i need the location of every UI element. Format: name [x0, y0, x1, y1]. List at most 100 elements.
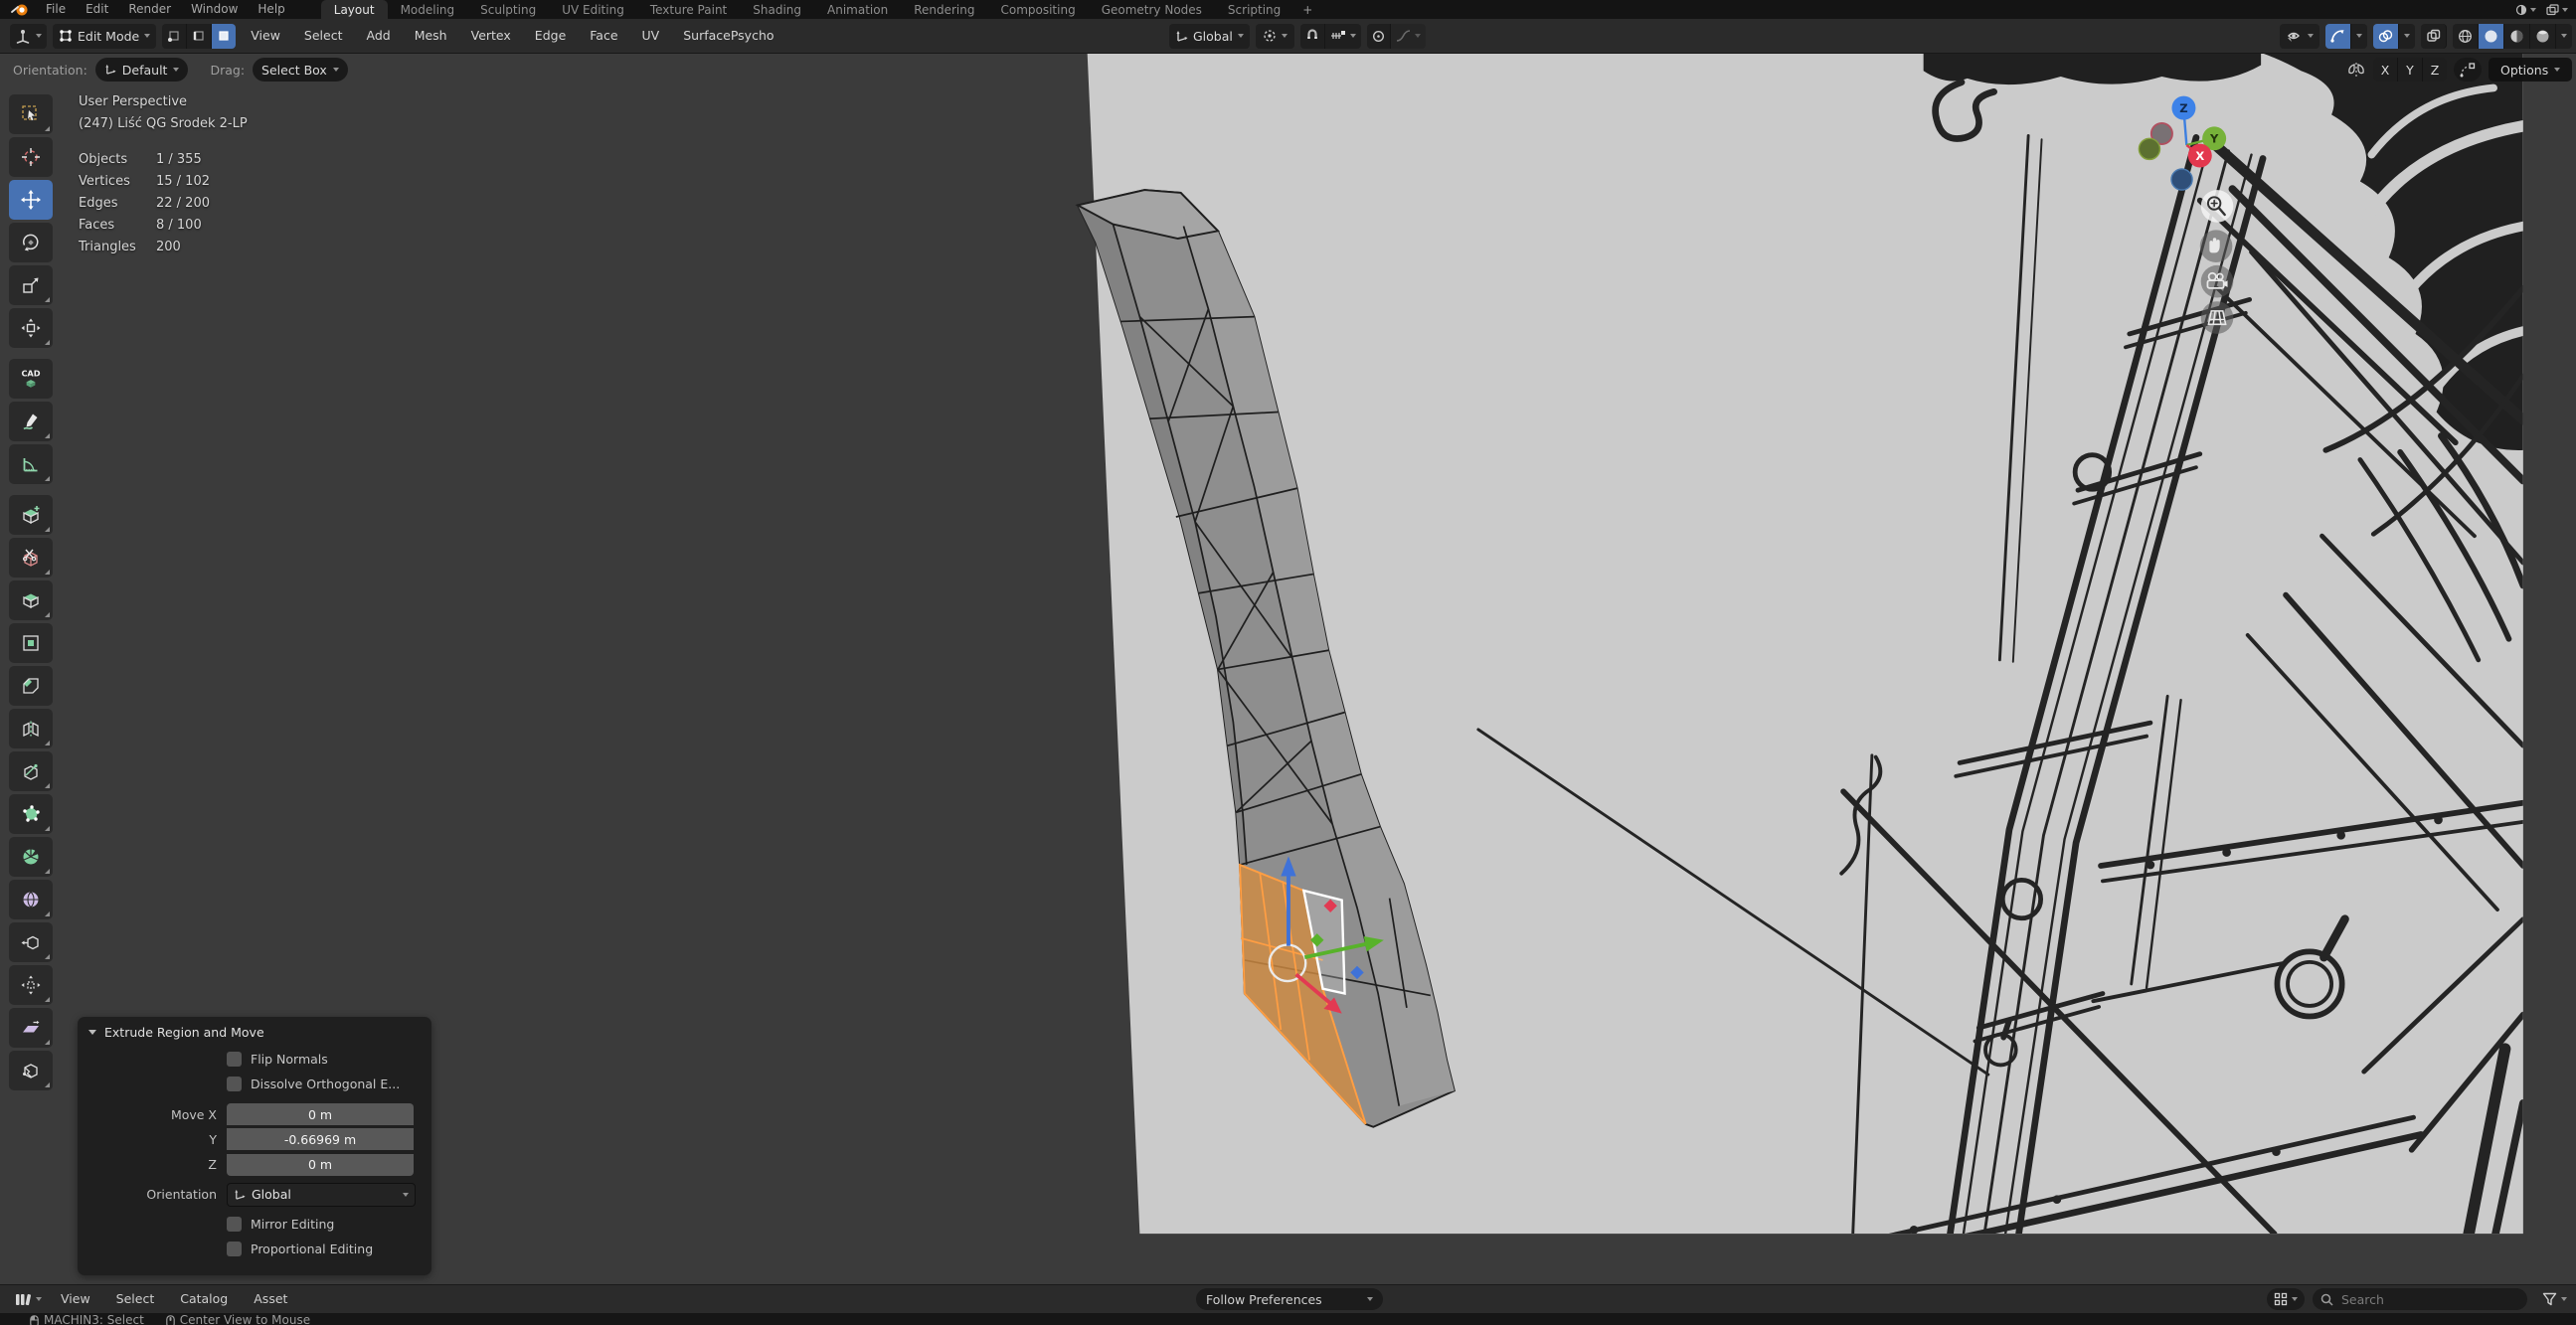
mirror-y-button[interactable]: Y [2398, 58, 2423, 82]
filter-dropdown[interactable] [2535, 1288, 2574, 1310]
move-x-field[interactable]: 0 m [227, 1103, 414, 1125]
menu-face[interactable]: Face [581, 19, 626, 53]
asset-menu-select[interactable]: Select [103, 1285, 168, 1313]
vertex-select-button[interactable] [162, 24, 187, 49]
tool-transform[interactable] [9, 308, 53, 348]
solid-shading-button[interactable] [2479, 24, 2504, 49]
tool-extrude-region[interactable] [9, 580, 53, 620]
proportional-falloff-dropdown[interactable] [1391, 24, 1426, 49]
tab-compositing[interactable]: Compositing [987, 0, 1088, 19]
asset-editor-type-button[interactable] [14, 1292, 42, 1307]
tab-layout[interactable]: Layout [321, 0, 388, 19]
tool-orientation-dropdown[interactable]: Default [95, 58, 189, 82]
snap-settings-button[interactable] [1325, 24, 1361, 49]
menu-file[interactable]: File [36, 0, 76, 19]
search-input[interactable] [2339, 1291, 2492, 1308]
tool-box-cut[interactable] [9, 538, 53, 578]
transform-orientation-dropdown[interactable]: Global [1169, 24, 1250, 49]
tool-scale[interactable] [9, 265, 53, 305]
tab-uv-editing[interactable]: UV Editing [549, 0, 637, 19]
tool-poly-build[interactable] [9, 794, 53, 834]
menu-vertex[interactable]: Vertex [462, 19, 520, 53]
menu-surfacepsycho[interactable]: SurfacePsycho [674, 19, 782, 53]
blender-logo-icon[interactable] [0, 3, 36, 17]
tool-cursor[interactable] [9, 137, 53, 177]
show-overlays-toggle[interactable] [2373, 24, 2399, 49]
tool-spin[interactable] [9, 837, 53, 877]
mirror-x-button[interactable]: X [2373, 58, 2398, 82]
tool-loop-cut[interactable] [9, 709, 53, 748]
overlays-dropdown[interactable] [2399, 24, 2415, 49]
tab-texture-paint[interactable]: Texture Paint [637, 0, 740, 19]
proportional-editing-checkbox[interactable] [227, 1242, 242, 1256]
tool-shrink-fatten[interactable] [9, 965, 53, 1005]
rendered-shading-button[interactable] [2530, 24, 2556, 49]
tool-measure[interactable] [9, 444, 53, 484]
tool-move[interactable] [9, 180, 53, 220]
nav-axis-neg-z[interactable] [2171, 169, 2192, 190]
flip-normals-checkbox[interactable] [227, 1052, 242, 1067]
menu-select[interactable]: Select [295, 19, 352, 53]
tab-animation[interactable]: Animation [814, 0, 901, 19]
drag-mode-dropdown[interactable]: Select Box [253, 58, 348, 82]
editor-type-button[interactable] [10, 24, 47, 49]
menu-edge[interactable]: Edge [526, 19, 575, 53]
object-visibility-dropdown[interactable] [2280, 24, 2319, 49]
add-workspace-button[interactable]: + [1293, 0, 1321, 19]
tool-rotate[interactable] [9, 223, 53, 262]
mirror-editing-checkbox[interactable] [227, 1217, 242, 1232]
tool-edge-slide[interactable] [9, 922, 53, 962]
tab-sculpting[interactable]: Sculpting [467, 0, 549, 19]
material-preview-button[interactable] [2504, 24, 2530, 49]
tab-geometry-nodes[interactable]: Geometry Nodes [1089, 0, 1215, 19]
tool-annotate[interactable] [9, 402, 53, 441]
asset-menu-view[interactable]: View [48, 1285, 103, 1313]
proportional-editing-toggle[interactable] [1367, 24, 1391, 49]
menu-add[interactable]: Add [357, 19, 399, 53]
move-y-field[interactable]: -0.66969 m [227, 1128, 414, 1150]
nav-axis-neg-y[interactable] [2139, 138, 2159, 159]
show-gizmos-toggle[interactable] [2325, 24, 2351, 49]
snap-toggle-button[interactable] [1300, 24, 1325, 49]
asset-search[interactable] [2313, 1288, 2527, 1310]
asset-menu-catalog[interactable]: Catalog [167, 1285, 241, 1313]
menu-mesh[interactable]: Mesh [406, 19, 456, 53]
move-z-field[interactable]: 0 m [227, 1154, 414, 1176]
options-dropdown[interactable]: Options [2489, 58, 2572, 82]
display-mode-dropdown[interactable] [2267, 1288, 2305, 1310]
menu-render[interactable]: Render [118, 0, 181, 19]
shading-dropdown[interactable] [2556, 24, 2572, 49]
menu-help[interactable]: Help [248, 0, 294, 19]
tool-cad-transform[interactable]: CAD [9, 359, 53, 399]
import-method-dropdown[interactable]: Follow Preferences [1196, 1288, 1383, 1310]
zoom-button[interactable] [2201, 190, 2234, 223]
menu-view[interactable]: View [242, 19, 289, 53]
face-select-button[interactable] [212, 24, 236, 49]
tab-modeling[interactable]: Modeling [388, 0, 468, 19]
tab-scripting[interactable]: Scripting [1215, 0, 1293, 19]
scene-selector[interactable] [2515, 4, 2536, 16]
dissolve-orthogonal-checkbox[interactable] [227, 1077, 242, 1091]
tool-rip-region[interactable] [9, 1051, 53, 1090]
edge-select-button[interactable] [187, 24, 212, 49]
xray-toggle[interactable] [2421, 24, 2447, 49]
tool-add-cube[interactable] [9, 495, 53, 535]
menu-edit[interactable]: Edit [76, 0, 118, 19]
gizmos-dropdown[interactable] [2351, 24, 2367, 49]
pan-button[interactable] [2200, 230, 2233, 262]
tool-tweak-select[interactable] [9, 94, 53, 134]
wireframe-shading-button[interactable] [2453, 24, 2479, 49]
tool-smooth[interactable] [9, 880, 53, 919]
tool-knife[interactable] [9, 751, 53, 791]
camera-view-button[interactable] [2201, 265, 2234, 298]
view-layer-selector[interactable] [2546, 4, 2568, 16]
panel-orientation-dropdown[interactable]: Global [227, 1183, 416, 1207]
tool-shear[interactable] [9, 1008, 53, 1048]
snap-base-button[interactable] [2454, 58, 2482, 82]
menu-uv[interactable]: UV [633, 19, 669, 53]
pivot-point-dropdown[interactable] [1256, 24, 1294, 49]
asset-menu-asset[interactable]: Asset [241, 1285, 300, 1313]
tab-shading[interactable]: Shading [740, 0, 814, 19]
tab-rendering[interactable]: Rendering [901, 0, 987, 19]
operator-panel-header[interactable]: Extrude Region and Move [78, 1017, 431, 1047]
